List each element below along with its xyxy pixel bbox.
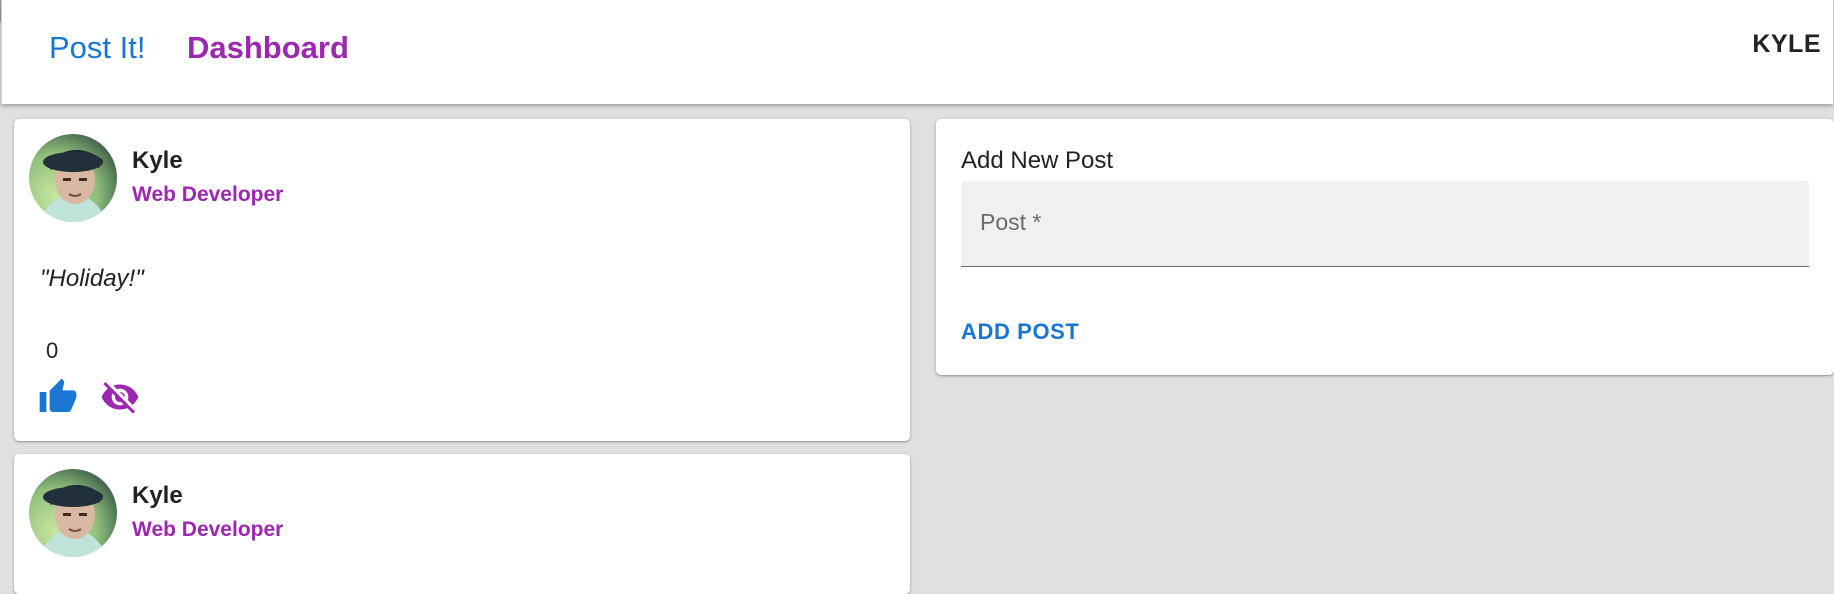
- post-author-name: Kyle: [132, 147, 183, 174]
- post-author-name: Kyle: [132, 482, 183, 509]
- add-post-card: Add New Post Post * ADD POST: [936, 119, 1834, 375]
- post-input[interactable]: Post *: [961, 181, 1809, 267]
- post-card: Kyle Web Developer: [14, 454, 910, 594]
- avatar: [29, 469, 117, 557]
- post-card: Kyle Web Developer "Holiday!" 0: [14, 119, 910, 441]
- post-author-role: Web Developer: [132, 518, 284, 541]
- post-author-role: Web Developer: [132, 183, 284, 206]
- avatar-photo-icon: [29, 469, 117, 557]
- avatar: [29, 134, 117, 222]
- brand-link[interactable]: Post It!: [49, 30, 145, 66]
- hide-post-button[interactable]: [100, 377, 140, 417]
- visibility-off-icon: [101, 382, 139, 414]
- avatar-photo-icon: [29, 134, 117, 222]
- post-text: "Holiday!": [40, 265, 144, 292]
- app-bar: Post It! Dashboard KYLE: [1, 0, 1833, 104]
- add-post-button[interactable]: ADD POST: [961, 319, 1079, 345]
- user-menu-button[interactable]: KYLE: [1752, 30, 1821, 59]
- like-button[interactable]: [38, 377, 78, 417]
- post-input-label: Post *: [980, 209, 1042, 235]
- like-count: 0: [46, 338, 59, 363]
- nav-dashboard-link[interactable]: Dashboard: [187, 30, 349, 66]
- add-post-title: Add New Post: [961, 147, 1114, 174]
- thumbs-up-icon: [39, 378, 77, 412]
